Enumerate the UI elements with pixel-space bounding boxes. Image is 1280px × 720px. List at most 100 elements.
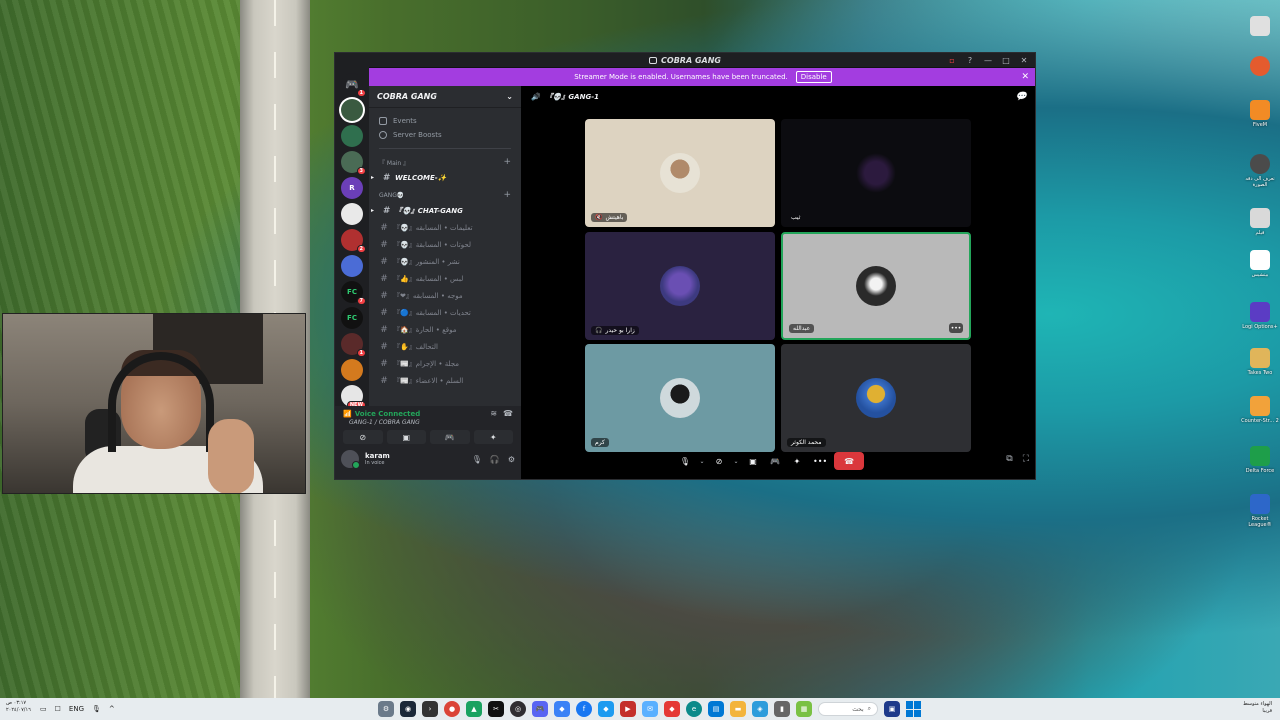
channel-item[interactable]: # 『🏠』موقع • الحارة (375, 321, 515, 338)
channel-item[interactable]: # 『📰』مجلة • الإجرام (375, 355, 515, 372)
close-icon[interactable]: ✕ (1021, 72, 1029, 82)
microphone-icon[interactable]: 🎙 (472, 455, 482, 464)
category-main[interactable]: 『 Main 』 + (375, 153, 515, 169)
desktop-icon[interactable]: Rocket League® (1240, 494, 1280, 528)
soundboard-button[interactable]: ✦ (473, 430, 513, 444)
server-icon[interactable]: 3 (341, 151, 366, 175)
steam-icon[interactable]: ◉ (400, 701, 416, 717)
channel-item[interactable]: # 『🔵』تحديات • المسابقه (375, 304, 515, 321)
maximize-button[interactable]: □ (997, 56, 1015, 65)
folder-icon[interactable]: ▬ (730, 701, 746, 717)
inbox-icon[interactable]: ▫ (943, 56, 961, 65)
category-gang[interactable]: GANG💀 + (375, 186, 515, 202)
channel-item[interactable]: # 『💀』تعليمات • المسابقه (375, 219, 515, 236)
desktop-icon[interactable]: بيتشيس (1240, 250, 1280, 278)
shield-icon[interactable]: ◆ (554, 701, 570, 717)
chevron-up-icon[interactable]: ^ (109, 705, 115, 713)
participant-tile[interactable]: 🎧 زارا بو حيدر (585, 232, 775, 340)
channel-item[interactable]: # 『📰』السلم • الاعضاء (375, 372, 515, 389)
server-icon[interactable] (341, 255, 363, 277)
more-options-icon[interactable]: ••• (949, 323, 963, 333)
network-icon[interactable]: ☐ (55, 705, 61, 713)
desktop-icon[interactable]: Takes Two (1240, 348, 1280, 376)
channel-item[interactable]: # 『✋』التحالف (375, 338, 515, 355)
server-icon[interactable]: R (341, 177, 363, 199)
add-channel-icon[interactable]: + (503, 157, 511, 167)
app-icon[interactable]: ▦ (796, 701, 812, 717)
disable-streamer-mode-button[interactable]: Disable (795, 71, 832, 83)
events-item[interactable]: Events (375, 114, 515, 128)
edge-icon[interactable]: e (686, 701, 702, 717)
app-icon[interactable]: ◆ (664, 701, 680, 717)
facebook-icon[interactable]: f (576, 701, 592, 717)
server-icon[interactable]: NEW (341, 385, 366, 409)
gear-icon[interactable]: ⚙ (378, 701, 394, 717)
widgets-icon[interactable]: ▣ (884, 701, 900, 717)
language-indicator[interactable]: ENG (69, 705, 84, 713)
app-icon[interactable]: ◈ (752, 701, 768, 717)
more-options-button[interactable]: ••• (810, 452, 830, 470)
disconnect-button[interactable]: ☎ (834, 452, 865, 470)
desktop-icon[interactable] (1240, 16, 1280, 38)
headphones-icon[interactable]: 🎧 (490, 455, 500, 464)
server-header[interactable]: COBRA GANG ⌄ (369, 86, 521, 108)
server-icon[interactable]: FC 7 (341, 281, 366, 305)
channel-welcome[interactable]: ▸ # WELCOME-✨ (371, 169, 515, 186)
participant-tile[interactable]: كرم (585, 344, 775, 452)
desktop-icon[interactable]: Logi Options+ (1240, 302, 1280, 330)
server-icon[interactable] (341, 359, 363, 381)
voice-connected-status[interactable]: 📶 Voice Connected (343, 410, 420, 418)
server-icon[interactable] (341, 125, 363, 147)
server-icon-cobra-gang[interactable] (341, 99, 363, 121)
channel-item[interactable]: # 『👍』لبس • المسابقه (375, 270, 515, 287)
server-icon[interactable]: 2 (341, 229, 366, 253)
camera-button[interactable]: ⊘ (710, 452, 728, 470)
chevron-down-icon[interactable]: ⌄ (698, 452, 706, 470)
server-icon[interactable] (341, 203, 363, 225)
app-icon[interactable]: ▤ (708, 701, 724, 717)
app-icon[interactable]: ▶ (620, 701, 636, 717)
chat-icon[interactable]: 💬 (1016, 92, 1027, 102)
desktop-icon[interactable]: Counter-Str... 2 (1240, 396, 1280, 424)
channel-chat-gang[interactable]: ▸ # 『💀』CHAT-GANG (371, 202, 515, 219)
discord-icon[interactable]: 🎮 (532, 701, 548, 717)
chevron-down-icon[interactable]: ⌄ (732, 452, 740, 470)
search-box[interactable]: بحث ⌕ (818, 702, 878, 716)
terminal-icon[interactable]: › (422, 701, 438, 717)
camera-off-button[interactable]: ⊘ (343, 430, 383, 444)
help-icon[interactable]: ? (961, 56, 979, 65)
microphone-button[interactable]: 🎙 (676, 452, 694, 470)
participant-tile[interactable]: ثيب (781, 119, 971, 227)
obs-icon[interactable]: ◎ (510, 701, 526, 717)
activities-button[interactable]: 🎮 (766, 452, 784, 470)
avatar[interactable] (341, 450, 360, 469)
discord-home-icon[interactable]: 🎮 1 (341, 73, 366, 97)
server-boosts-item[interactable]: Server Boosts (375, 128, 515, 142)
clock[interactable]: ٠٣:١٧ ص ٢٠٢٤/٠٧/١٦ (6, 700, 31, 714)
channel-item[interactable]: # 『❤』موجه • المسابقه (375, 287, 515, 304)
weather-widget[interactable]: الهواء متوسط قريبا (1243, 701, 1272, 715)
channel-item[interactable]: # 『💀』لحوتات • المسابقة (375, 236, 515, 253)
capcut-icon[interactable]: ✂ (488, 701, 504, 717)
app-icon[interactable]: ◆ (598, 701, 614, 717)
fullscreen-icon[interactable]: ⛶ (1023, 454, 1029, 464)
desktop-icon[interactable]: تعرف الى دقه الصورة (1240, 154, 1280, 188)
popout-icon[interactable]: ⧉ (1006, 454, 1012, 464)
app-icon[interactable]: ▲ (466, 701, 482, 717)
server-icon[interactable]: FC (341, 307, 363, 329)
noise-suppression-icon[interactable]: ≋ (490, 409, 497, 418)
participant-tile-speaking[interactable]: عبدالله ••• (781, 232, 971, 340)
desktop-icon[interactable] (1240, 56, 1280, 78)
disconnect-icon[interactable]: ☎ (503, 409, 513, 418)
notification-icon[interactable]: ▭ (40, 705, 47, 713)
desktop-icon[interactable]: FiveM (1240, 100, 1280, 128)
screen-share-button[interactable]: ▣ (386, 430, 426, 444)
soundboard-button[interactable]: ✦ (788, 452, 806, 470)
start-button[interactable] (906, 701, 922, 717)
participant-tile[interactable]: 🔇 باهيتش (585, 119, 775, 227)
volume-icon[interactable]: 🎙 (92, 705, 101, 713)
desktop-icon[interactable]: فيلم (1240, 208, 1280, 236)
close-button[interactable]: ✕ (1015, 56, 1033, 65)
activities-button[interactable]: 🎮 (430, 430, 470, 444)
gear-icon[interactable]: ⚙ (508, 455, 515, 464)
